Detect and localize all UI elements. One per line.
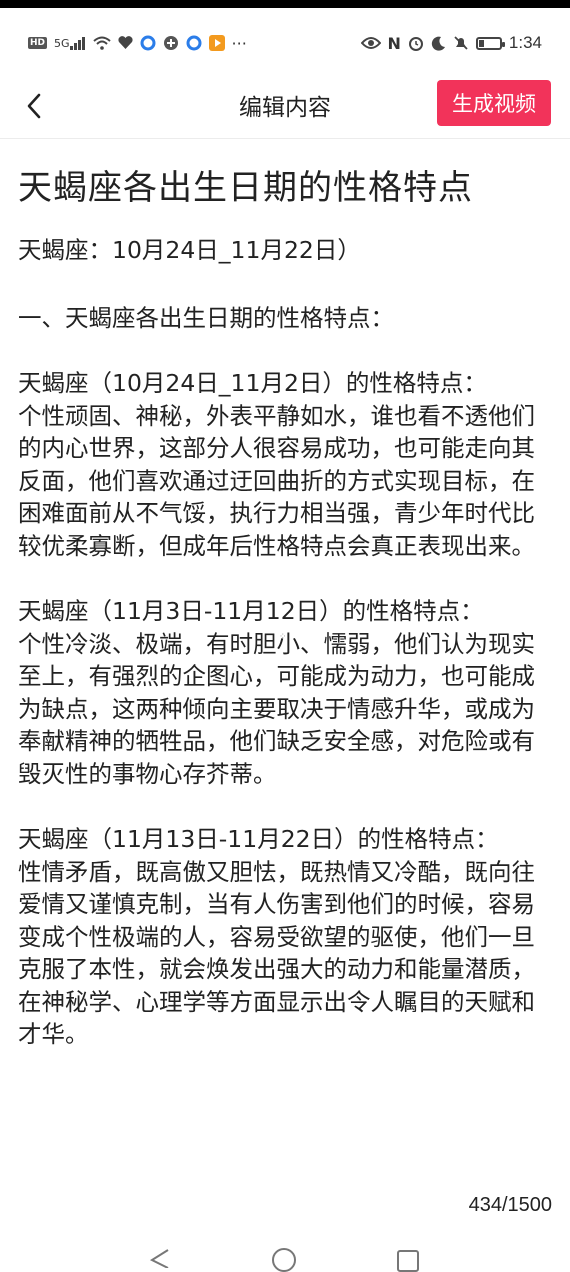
section-1-heading[interactable]: 天蝎座（10月24日_11月2日）的性格特点： <box>18 367 558 400</box>
signal-label: 5G <box>54 36 70 50</box>
status-time: 1:34 <box>508 33 542 52</box>
section-3-heading[interactable]: 天蝎座（11月13日-11月22日）的性格特点： <box>18 823 558 856</box>
section-3-body[interactable]: 性情矛盾，既高傲又胆怯，既热情又冷酷，既向往爱情又谨慎克制，当有人伤害到他们的时… <box>18 856 558 1051</box>
top-black-bar <box>0 0 570 8</box>
battery-icon <box>475 36 505 50</box>
silent-icon <box>453 35 469 51</box>
header-divider <box>0 138 570 139</box>
app-c2-icon <box>186 35 202 51</box>
image-placeholder-marker: ⁘ <box>279 632 287 642</box>
nfc-icon: N <box>387 33 401 53</box>
status-bar-left: HD 5G ··· <box>28 34 247 53</box>
section-2-body[interactable]: 个性冷淡、极端，有时胆小、懦弱，他们认为现实至上，有强烈的企图心，可能成为动力，… <box>18 628 558 791</box>
nav-back-icon[interactable] <box>148 1248 172 1268</box>
app-c-icon <box>140 35 156 51</box>
document-subtitle[interactable]: 天蝎座：10月24日_11月22日） <box>18 234 558 267</box>
document-title[interactable]: 天蝎座各出生日期的性格特点 <box>18 164 558 212</box>
app-header: 编辑内容 生成视频 <box>0 78 570 138</box>
eye-icon <box>360 36 381 50</box>
signal-icon: 5G <box>54 36 86 50</box>
back-button[interactable] <box>18 86 50 126</box>
hd-icon: HD <box>28 37 48 49</box>
nav-home-icon[interactable] <box>272 1248 296 1272</box>
content-editor[interactable]: 天蝎座各出生日期的性格特点 天蝎座：10月24日_11月22日） 一、天蝎座各出… <box>18 140 558 1051</box>
status-bar: HD 5G ··· N 1:34 <box>0 8 570 78</box>
section-2-heading[interactable]: 天蝎座（11月3日-11月12日）的性格特点： <box>18 595 558 628</box>
wifi-icon <box>92 36 111 50</box>
heart-icon <box>117 36 133 50</box>
status-bar-right: N 1:34 <box>360 33 542 53</box>
more-icon: ··· <box>231 33 247 53</box>
generate-video-button[interactable]: 生成视频 <box>437 80 551 126</box>
chevron-left-icon <box>27 93 41 119</box>
app-g-icon <box>163 35 179 51</box>
section-heading[interactable]: 一、天蝎座各出生日期的性格特点： <box>18 302 558 335</box>
system-navigation-bar <box>0 1240 570 1272</box>
video-app-icon <box>208 35 225 51</box>
alarm-icon <box>408 35 424 51</box>
character-counter: 434/1500 <box>468 1194 552 1216</box>
section-1-body[interactable]: 个性顽固、神秘，外表平静如水，谁也看不透他们的内心世界，这部分人很容易成功，也可… <box>18 400 558 563</box>
nav-recent-icon[interactable] <box>397 1250 419 1272</box>
moon-icon <box>431 36 446 51</box>
